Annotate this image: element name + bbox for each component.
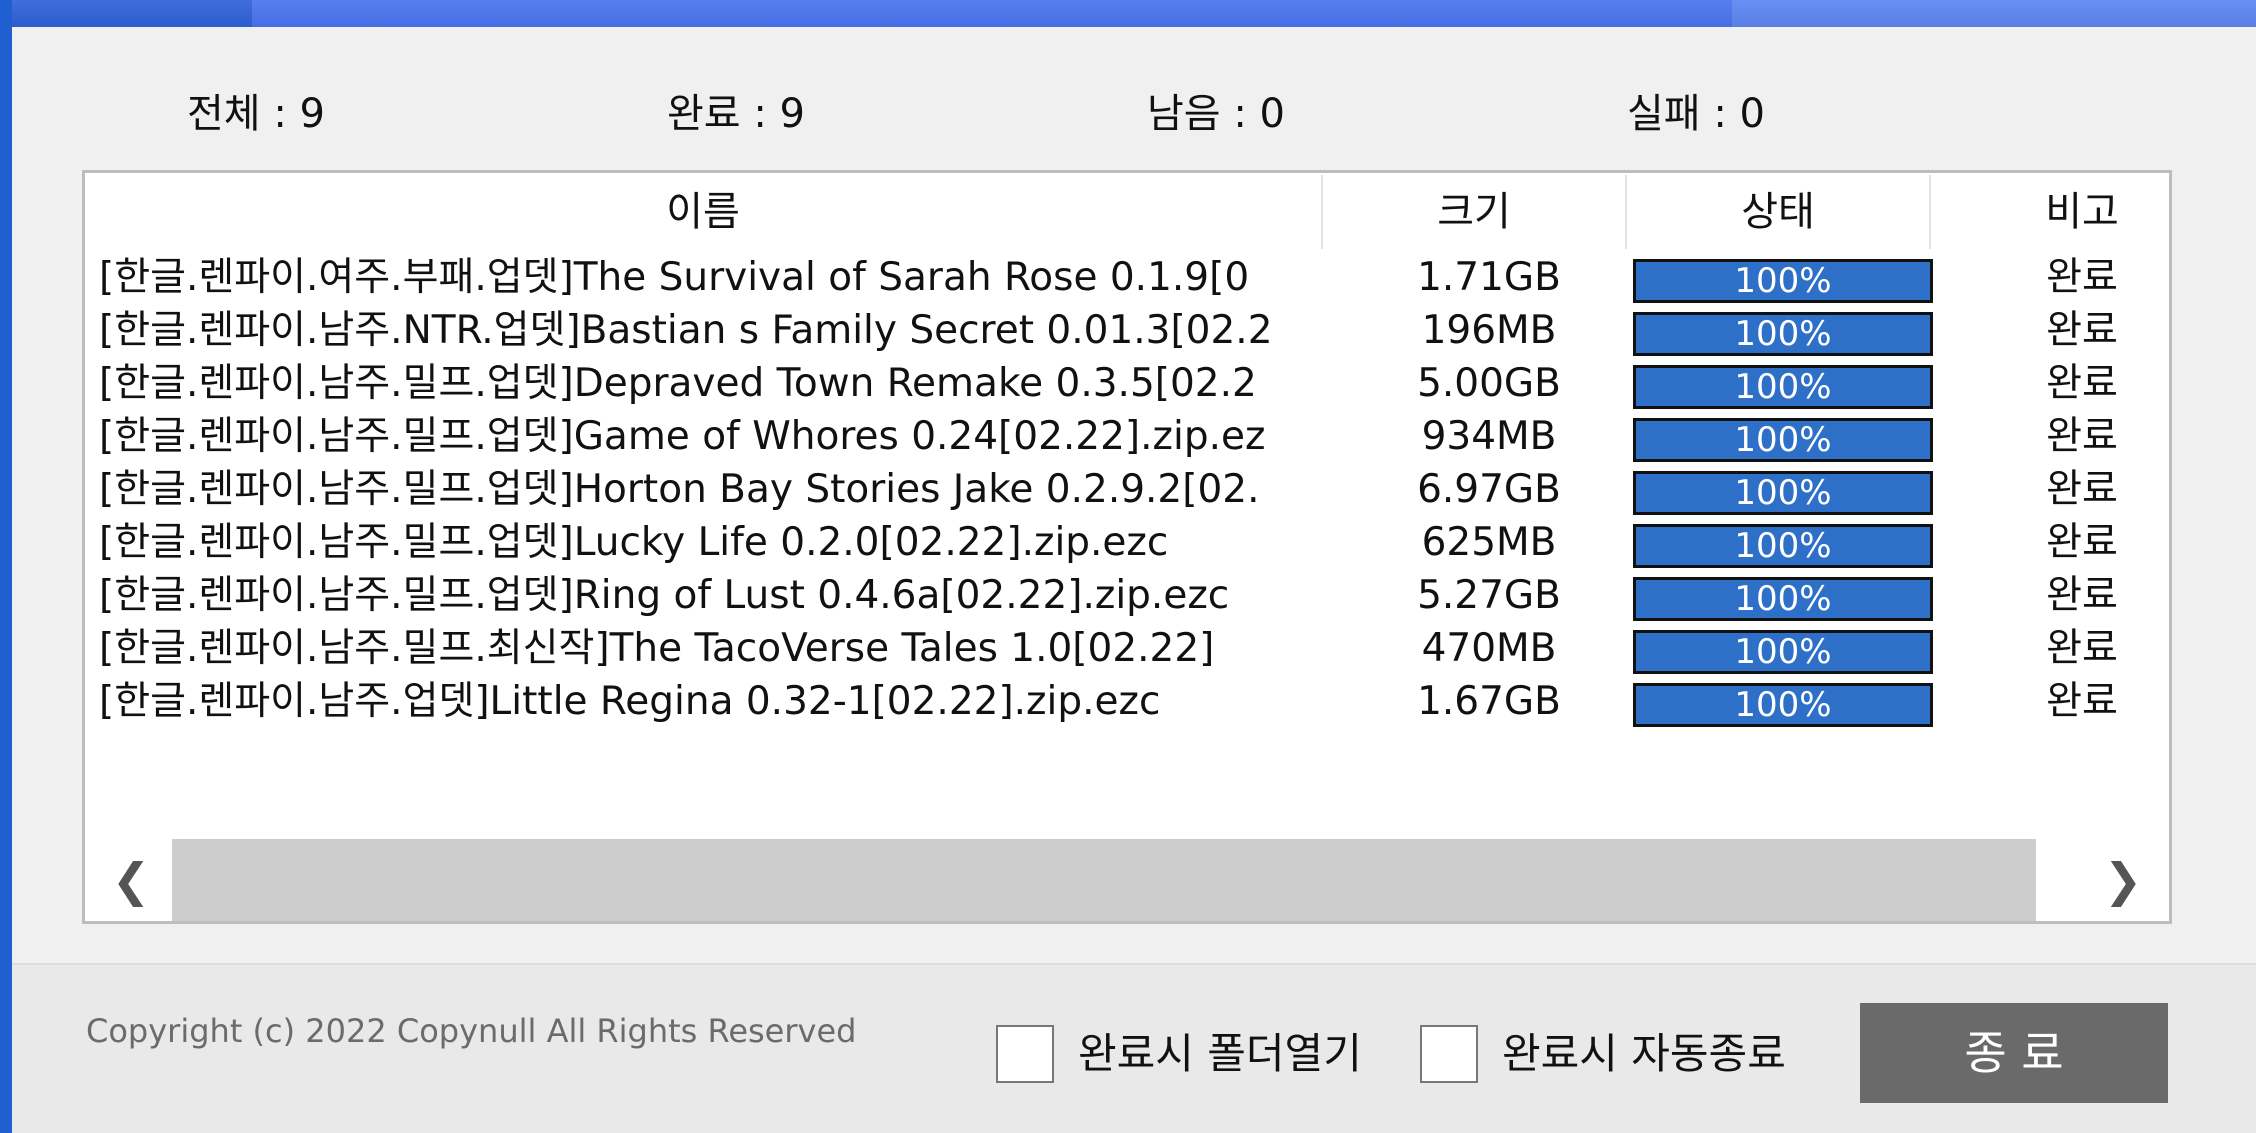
column-header-status[interactable]: 상태 xyxy=(1627,173,1929,251)
auto-exit-checkbox[interactable]: 완료시 자동종료 xyxy=(1420,1025,1820,1085)
progress-bar: 100% xyxy=(1633,365,1933,409)
stats-bar: 전체 : 9 완료 : 9 남음 : 0 실패 : 0 xyxy=(12,88,2256,148)
file-size: 470MB xyxy=(1421,626,1557,671)
progress-bar: 100% xyxy=(1633,471,1933,515)
file-name: [한글.렌파이.남주.밀프.최신작]The TacoVerse Tales 1.… xyxy=(99,626,1215,671)
checkbox-box[interactable] xyxy=(1420,1025,1478,1083)
copyright-text: Copyright (c) 2022 Copynull All Rights R… xyxy=(86,1012,857,1050)
file-note: 완료 xyxy=(2046,573,2118,618)
file-name: [한글.렌파이.남주.밀프.업뎃]Ring of Lust 0.4.6a[02.… xyxy=(99,573,1230,618)
checkbox-box[interactable] xyxy=(996,1025,1054,1083)
auto-exit-label[interactable]: 완료시 자동종료 xyxy=(1502,1025,1786,1083)
progress-percent: 100% xyxy=(1734,685,1832,725)
list-header: 이름 크기 상태 비고 xyxy=(85,173,2169,251)
file-note: 완료 xyxy=(2046,679,2118,724)
file-note: 완료 xyxy=(2046,520,2118,565)
progress-percent: 100% xyxy=(1734,314,1832,354)
horizontal-scrollbar[interactable]: ❮ ❯ xyxy=(85,839,2169,921)
file-size: 6.97GB xyxy=(1417,467,1561,512)
title-bar-gradient xyxy=(12,0,2256,27)
file-size: 5.27GB xyxy=(1417,573,1561,618)
scroll-left-icon[interactable]: ❮ xyxy=(91,839,171,921)
file-note: 완료 xyxy=(2046,255,2118,300)
progress-bar: 100% xyxy=(1633,312,1933,356)
progress-percent: 100% xyxy=(1734,367,1832,407)
table-row[interactable]: [한글.렌파이.남주.밀프.업뎃]Depraved Town Remake 0.… xyxy=(85,357,2169,410)
stat-total: 전체 : 9 xyxy=(187,91,325,137)
file-name: [한글.렌파이.남주.밀프.업뎃]Lucky Life 0.2.0[02.22]… xyxy=(99,520,1169,565)
file-name: [한글.렌파이.남주.NTR.업뎃]Bastian s Family Secre… xyxy=(99,308,1273,353)
table-row[interactable]: [한글.렌파이.여주.부패.업뎃]The Survival of Sarah R… xyxy=(85,251,2169,304)
file-name: [한글.렌파이.남주.밀프.업뎃]Game of Whores 0.24[02.… xyxy=(99,414,1266,459)
file-size: 196MB xyxy=(1421,308,1557,353)
table-row[interactable]: [한글.렌파이.남주.밀프.업뎃]Lucky Life 0.2.0[02.22]… xyxy=(85,516,2169,569)
download-window: 전체 : 9 완료 : 9 남음 : 0 실패 : 0 이름 크기 상태 비고 … xyxy=(12,0,2256,1133)
progress-percent: 100% xyxy=(1734,579,1832,619)
table-row[interactable]: [한글.렌파이.남주.밀프.업뎃]Game of Whores 0.24[02.… xyxy=(85,410,2169,463)
close-button[interactable]: 종 료 xyxy=(1860,1003,2168,1103)
file-size: 1.71GB xyxy=(1417,255,1561,300)
title-bar[interactable] xyxy=(12,0,2256,27)
file-name: [한글.렌파이.남주.밀프.업뎃]Depraved Town Remake 0.… xyxy=(99,361,1257,406)
progress-bar: 100% xyxy=(1633,524,1933,568)
file-size: 1.67GB xyxy=(1417,679,1561,724)
file-note: 완료 xyxy=(2046,361,2118,406)
file-size: 625MB xyxy=(1421,520,1557,565)
file-list[interactable]: 이름 크기 상태 비고 [한글.렌파이.여주.부패.업뎃]The Surviva… xyxy=(82,170,2172,924)
table-row[interactable]: [한글.렌파이.남주.NTR.업뎃]Bastian s Family Secre… xyxy=(85,304,2169,357)
progress-bar: 100% xyxy=(1633,577,1933,621)
progress-bar: 100% xyxy=(1633,630,1933,674)
stat-remaining: 남음 : 0 xyxy=(1147,91,1285,137)
table-row[interactable]: [한글.렌파이.남주.업뎃]Little Regina 0.32-1[02.22… xyxy=(85,675,2169,728)
table-row[interactable]: [한글.렌파이.남주.밀프.업뎃]Horton Bay Stories Jake… xyxy=(85,463,2169,516)
progress-bar: 100% xyxy=(1633,418,1933,462)
scroll-right-icon[interactable]: ❯ xyxy=(2083,839,2163,921)
file-size: 5.00GB xyxy=(1417,361,1561,406)
progress-percent: 100% xyxy=(1734,420,1832,460)
stat-done: 완료 : 9 xyxy=(667,91,805,137)
progress-percent: 100% xyxy=(1734,261,1832,301)
progress-bar: 100% xyxy=(1633,259,1933,303)
file-size: 934MB xyxy=(1421,414,1557,459)
column-header-name[interactable]: 이름 xyxy=(85,173,1321,251)
file-note: 완료 xyxy=(2046,626,2118,671)
file-note: 완료 xyxy=(2046,467,2118,512)
column-header-size[interactable]: 크기 xyxy=(1323,173,1625,251)
progress-percent: 100% xyxy=(1734,632,1832,672)
file-name: [한글.렌파이.남주.밀프.업뎃]Horton Bay Stories Jake… xyxy=(99,467,1260,512)
column-header-note[interactable]: 비고 xyxy=(1931,173,2169,251)
table-row[interactable]: [한글.렌파이.남주.밀프.최신작]The TacoVerse Tales 1.… xyxy=(85,622,2169,675)
file-note: 완료 xyxy=(2046,414,2118,459)
progress-percent: 100% xyxy=(1734,526,1832,566)
file-note: 완료 xyxy=(2046,308,2118,353)
file-name: [한글.렌파이.여주.부패.업뎃]The Survival of Sarah R… xyxy=(99,255,1250,300)
progress-bar: 100% xyxy=(1633,683,1933,727)
stat-failed: 실패 : 0 xyxy=(1627,91,1765,137)
open-folder-checkbox[interactable]: 완료시 폴더열기 xyxy=(996,1025,1396,1085)
table-row[interactable]: [한글.렌파이.남주.밀프.업뎃]Ring of Lust 0.4.6a[02.… xyxy=(85,569,2169,622)
scrollbar-thumb[interactable] xyxy=(172,839,2036,921)
progress-percent: 100% xyxy=(1734,473,1832,513)
footer: Copyright (c) 2022 Copynull All Rights R… xyxy=(12,965,2256,1133)
file-name: [한글.렌파이.남주.업뎃]Little Regina 0.32-1[02.22… xyxy=(99,679,1161,724)
open-folder-label[interactable]: 완료시 폴더열기 xyxy=(1078,1025,1362,1083)
